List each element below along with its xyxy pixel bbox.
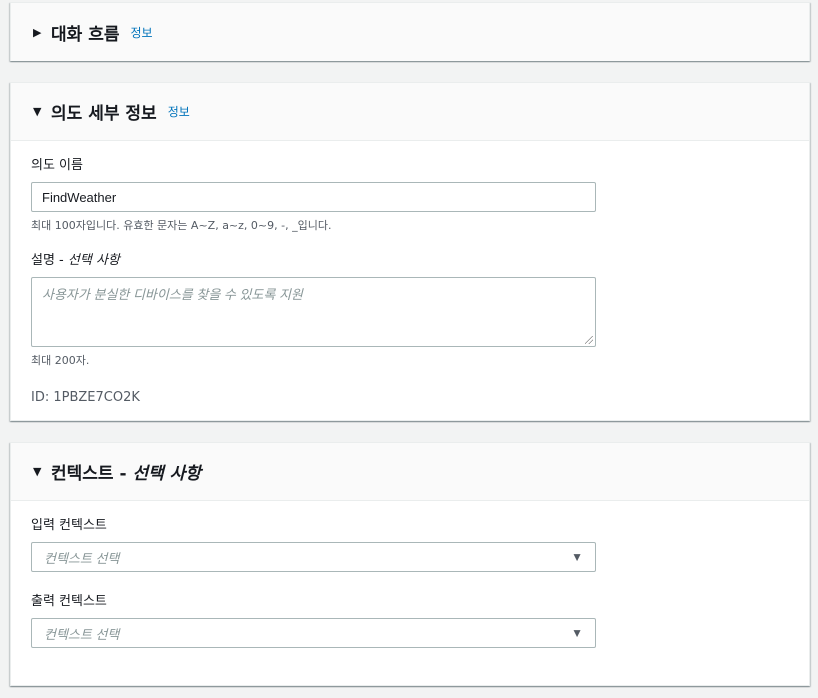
description-hint: 최대 200자. (31, 354, 90, 367)
contexts-title: 컨텍스트 - 선택 사항 (51, 459, 201, 484)
intent-details-header[interactable]: ▼ 의도 세부 정보 정보 (11, 83, 809, 141)
contexts-header[interactable]: ▼ 컨텍스트 - 선택 사항 (11, 443, 809, 501)
conversation-flow-panel: ▶ 대화 흐름 정보 (10, 2, 810, 61)
intent-details-body: 의도 이름 FindWeather 최대 100자입니다. 유효한 문자는 A~… (11, 141, 809, 420)
input-context-label: 입력 컨텍스트 (31, 518, 107, 533)
description-placeholder: 사용자가 분실한 디바이스를 찾을 수 있도록 지원 (42, 287, 303, 302)
contexts-panel: ▼ 컨텍스트 - 선택 사항 입력 컨텍스트 컨텍스트 선택 ▼ 출력 컨텍스트… (10, 442, 810, 686)
description-label-main: 설명 - (31, 253, 68, 268)
intent-name-hint: 최대 100자입니다. 유효한 문자는 A~Z, a~z, 0~9, -, _입… (31, 219, 332, 232)
contexts-title-main: 컨텍스트 - (51, 464, 133, 484)
contexts-title-optional: 선택 사항 (132, 464, 201, 484)
intent-name-label: 의도 이름 (31, 158, 83, 173)
input-context-placeholder: 컨텍스트 선택 (44, 550, 120, 566)
caret-down-icon: ▼ (33, 105, 42, 118)
chevron-down-icon: ▼ (571, 626, 583, 640)
description-label-optional: 선택 사항 (67, 253, 120, 268)
conversation-flow-info-link[interactable]: 정보 (130, 24, 152, 41)
caret-down-icon: ▼ (33, 465, 42, 478)
output-context-placeholder: 컨텍스트 선택 (44, 626, 120, 642)
description-textarea[interactable]: 사용자가 분실한 디바이스를 찾을 수 있도록 지원 (31, 277, 596, 347)
conversation-flow-header[interactable]: ▶ 대화 흐름 정보 (11, 3, 809, 61)
intent-details-panel: ▼ 의도 세부 정보 정보 의도 이름 FindWeather 최대 100자입… (10, 82, 810, 421)
resize-handle-icon[interactable] (585, 336, 593, 344)
intent-details-info-link[interactable]: 정보 (168, 103, 190, 120)
intent-details-title: 의도 세부 정보 (51, 104, 157, 124)
conversation-flow-title: 대화 흐름 (51, 24, 120, 45)
contexts-body: 입력 컨텍스트 컨텍스트 선택 ▼ 출력 컨텍스트 컨텍스트 선택 ▼ (11, 501, 809, 663)
intent-id: ID: 1PBZE7CO2K (31, 390, 140, 405)
chevron-down-icon: ▼ (571, 550, 583, 564)
intent-name-input[interactable]: FindWeather (31, 182, 596, 212)
input-context-select[interactable]: 컨텍스트 선택 ▼ (31, 542, 596, 572)
caret-right-icon: ▶ (33, 25, 42, 39)
output-context-label: 출력 컨텍스트 (31, 594, 107, 609)
output-context-select[interactable]: 컨텍스트 선택 ▼ (31, 618, 596, 648)
description-label: 설명 - 선택 사항 (31, 252, 789, 270)
